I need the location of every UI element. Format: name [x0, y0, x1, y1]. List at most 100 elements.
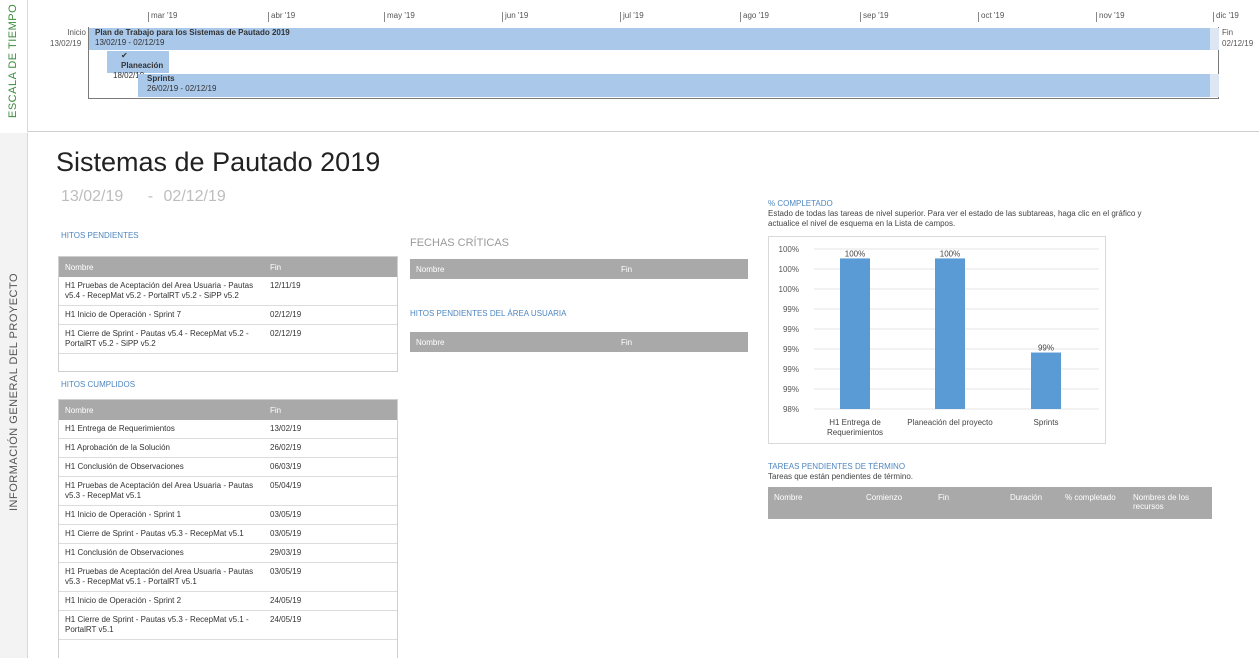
cell-fin: 24/05/19	[264, 591, 397, 611]
table-row[interactable]: H1 Pruebas de Aceptación del Area Usuari…	[59, 476, 397, 506]
month-tick: may '19	[384, 12, 415, 22]
cell-nombre: H1 Cierre de Sprint - Pautas v5.3 - Rece…	[59, 610, 264, 640]
y-tick-label: 99%	[783, 345, 799, 354]
chart-svg: 100% 100% 100% 99% 99% 99% 99% 99% 98% 100% 100% 99…	[779, 245, 1099, 437]
tareas-pendientes-heading: TAREAS PENDIENTES DE TÉRMINO	[768, 462, 906, 471]
hitos-pendientes-table: Nombre Fin H1 Pruebas de Aceptación del …	[59, 257, 397, 354]
month-tick: nov '19	[1096, 12, 1125, 22]
cell-nombre: H1 Cierre de Sprint - Pautas v5.3 - Rece…	[59, 524, 264, 544]
column-header-comienzo[interactable]: Comienzo	[860, 487, 932, 519]
y-tick-label: 100%	[779, 265, 799, 274]
tareas-pendientes-table: Nombre Comienzo Fin Duración % completad…	[768, 487, 1212, 519]
table-row[interactable]: H1 Inicio de Operación - Sprint 1 03/05/1…	[59, 505, 397, 525]
table-row[interactable]: H1 Inicio de Operación - Sprint 2 24/05/1…	[59, 591, 397, 611]
chart-bar[interactable]	[935, 258, 965, 409]
x-category-label: H1 Entrega de Requerimientos	[827, 418, 883, 437]
table-row[interactable]: H1 Conclusión de Observaciones 06/03/19	[59, 457, 397, 477]
hitos-cumplidos-table: Nombre Fin H1 Entrega de Requerimientos 1…	[59, 400, 397, 640]
table-row[interactable]: H1 Conclusión de Observaciones 29/03/19	[59, 543, 397, 563]
page-title: Sistemas de Pautado 2019	[56, 147, 381, 177]
cell-nombre: H1 Entrega de Requerimientos	[59, 420, 264, 439]
timeline-bar-project[interactable]: Plan de Trabajo para los Sistemas de Pau…	[89, 28, 1210, 50]
column-header-nombre[interactable]: Nombre	[59, 400, 264, 420]
hitos-pendientes-heading: HITOS PENDIENTES	[61, 231, 139, 240]
project-end: 02/12/19	[163, 188, 226, 205]
cell-fin: 26/02/19	[264, 438, 397, 458]
timeline-bar-sprints[interactable]: Sprints 26/02/19 - 02/12/19	[138, 74, 1210, 97]
cell-fin: 02/12/19	[264, 305, 397, 325]
table-row[interactable]: H1 Pruebas de Aceptación del Area Usuari…	[59, 562, 397, 592]
cell-fin: 03/05/19	[264, 524, 397, 544]
column-header-completado[interactable]: % completado	[1059, 487, 1127, 519]
cell-nombre: H1 Inicio de Operación - Sprint 7	[59, 305, 264, 325]
table-row[interactable]: H1 Cierre de Sprint - Pautas v5.4 - Rece…	[59, 324, 397, 354]
y-tick-label: 99%	[783, 365, 799, 374]
x-category-label: Sprints	[1034, 418, 1059, 427]
column-header-recursos[interactable]: Nombres de los recursos	[1127, 487, 1212, 519]
percent-complete-chart[interactable]: 100% 100% 100% 99% 99% 99% 99% 99% 98% 100% 100% 99…	[768, 236, 1106, 444]
hitos-cumplidos-heading: HITOS CUMPLIDOS	[61, 380, 136, 389]
cell-fin: 02/12/19	[264, 324, 397, 354]
cell-fin: 03/05/19	[264, 505, 397, 525]
cell-fin: 24/05/19	[264, 610, 397, 640]
chart-bar[interactable]	[1031, 352, 1061, 409]
bar-sprints-title: Sprints	[147, 74, 175, 83]
timeline-side-label: ESCALA DE TIEMPO	[7, 3, 19, 118]
end-label: Fin	[1222, 28, 1234, 37]
timeline-bar-tail	[1210, 28, 1219, 50]
cell-fin: 12/11/19	[264, 277, 397, 306]
month-tick: ago '19	[740, 12, 769, 22]
tareas-pendientes-description: Tareas que están pendientes de término.	[768, 472, 913, 481]
month-tick: sep '19	[860, 12, 889, 22]
column-header-nombre[interactable]: Nombre	[410, 259, 615, 279]
cell-fin: 03/05/19	[264, 562, 397, 592]
start-date: 13/02/19	[50, 39, 82, 48]
month-tick: dic '19	[1213, 12, 1239, 22]
table-row[interactable]: H1 Inicio de Operación - Sprint 7 02/12/1…	[59, 305, 397, 325]
data-label: 99%	[1038, 344, 1054, 353]
fechas-criticas-table: Nombre Fin	[410, 259, 748, 279]
month-tick: jul '19	[620, 12, 644, 22]
column-header-fin[interactable]: Fin	[615, 259, 748, 279]
cell-nombre: H1 Conclusión de Observaciones	[59, 543, 264, 563]
chart-bar[interactable]	[840, 258, 870, 409]
column-header-fin[interactable]: Fin	[932, 487, 1004, 519]
column-header-fin[interactable]: Fin	[615, 332, 748, 352]
data-label: 100%	[845, 249, 865, 258]
bar-planeacion-title: Planeación	[121, 61, 164, 70]
month-tick: oct '19	[978, 12, 1004, 22]
cell-nombre: H1 Inicio de Operación - Sprint 2	[59, 591, 264, 611]
cell-fin: 29/03/19	[264, 543, 397, 563]
completado-description: Estado de todas las tareas de nivel supe…	[768, 209, 1142, 228]
data-label: 100%	[940, 249, 960, 258]
y-tick-label: 100%	[779, 245, 799, 254]
timeline-panel: ESCALA DE TIEMPO mar '19 abr '19 may '19 ju…	[0, 0, 1259, 132]
completado-heading: % COMPLETADO	[768, 199, 833, 208]
hitos-area-usuaria-table: Nombre Fin	[410, 332, 748, 352]
check-icon: ✔	[121, 51, 128, 60]
cell-fin: 05/04/19	[264, 476, 397, 506]
timeline-bar-planeacion[interactable]: ✔ Planeación 18/02/19 -	[107, 51, 169, 80]
column-header-duracion[interactable]: Duración	[1004, 487, 1059, 519]
project-start: 13/02/19	[61, 188, 124, 205]
overview-side-label: INFORMACIÓN GENERAL DEL PROYECTO	[8, 272, 20, 511]
column-header-nombre[interactable]: Nombre	[59, 257, 264, 277]
table-row[interactable]: H1 Aprobación de la Solución 26/02/19	[59, 438, 397, 458]
column-header-nombre[interactable]: Nombre	[410, 332, 615, 352]
table-row[interactable]: H1 Cierre de Sprint - Pautas v5.3 - Rece…	[59, 524, 397, 544]
hitos-area-usuaria-heading: HITOS PENDIENTES DEL ÁREA USUARIA	[410, 309, 567, 318]
x-category-label: Planeación del proyecto	[907, 418, 993, 427]
date-separator: -	[147, 188, 154, 205]
y-tick-label: 99%	[783, 325, 799, 334]
y-tick-label: 100%	[779, 285, 799, 294]
table-row[interactable]: H1 Cierre de Sprint - Pautas v5.3 - Rece…	[59, 610, 397, 640]
bar-sprints-dates: 26/02/19 - 02/12/19	[147, 84, 217, 93]
cell-nombre: H1 Pruebas de Aceptación del Area Usuari…	[59, 277, 264, 306]
table-row[interactable]: H1 Pruebas de Aceptación del Area Usuari…	[59, 277, 397, 306]
table-row[interactable]: H1 Entrega de Requerimientos 13/02/19	[59, 420, 397, 439]
column-header-fin[interactable]: Fin	[264, 400, 397, 420]
column-header-fin[interactable]: Fin	[264, 257, 397, 277]
column-header-nombre[interactable]: Nombre	[768, 487, 860, 519]
project-date-range: 13/02/19 - 02/12/19	[61, 188, 226, 206]
cell-nombre: H1 Conclusión de Observaciones	[59, 457, 264, 477]
